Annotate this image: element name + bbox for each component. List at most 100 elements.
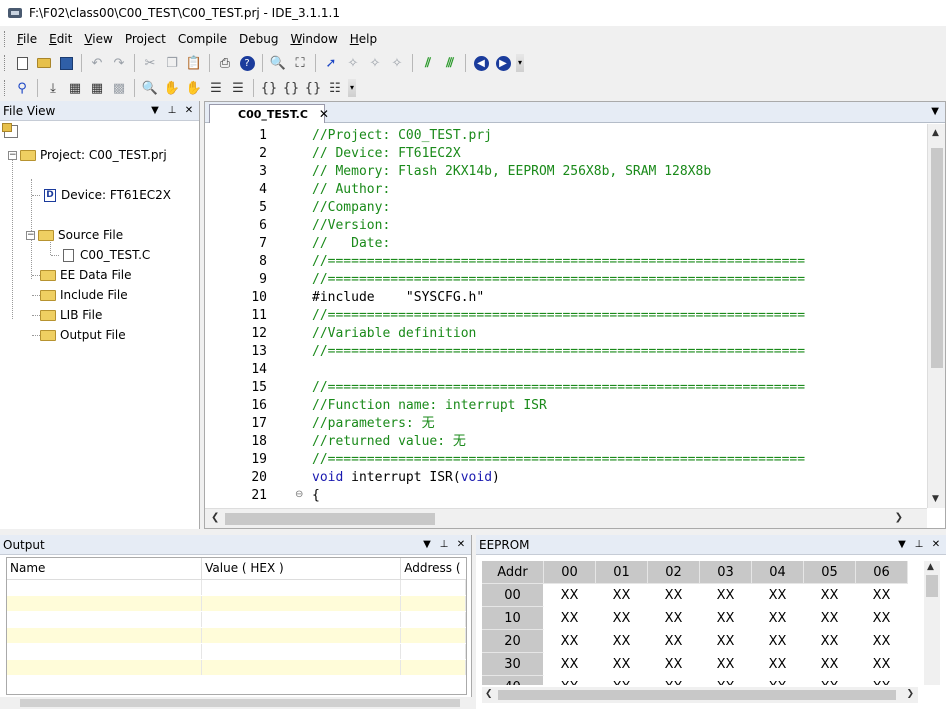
bookmark-icon[interactable]: ➚ xyxy=(321,53,341,73)
toolbar-overflow-icon[interactable]: ▾ xyxy=(348,79,356,97)
eeprom-cell[interactable]: XX xyxy=(804,676,856,685)
table-row[interactable] xyxy=(7,596,466,612)
eeprom-cell[interactable]: XX xyxy=(856,653,908,676)
eeprom-cell[interactable]: XX xyxy=(752,607,804,630)
debug-tree-icon[interactable]: ⚲ xyxy=(12,78,32,98)
scroll-up-icon[interactable]: ▲ xyxy=(932,128,939,138)
close-icon[interactable]: ✕ xyxy=(929,539,943,550)
eeprom-cell[interactable]: XX xyxy=(596,630,648,653)
eeprom-horizontal-scrollbar[interactable]: ❮ ❯ xyxy=(482,687,918,703)
scroll-down-icon[interactable]: ▼ xyxy=(932,494,939,504)
eeprom-cell[interactable]: XX xyxy=(804,607,856,630)
panel-menu-icon[interactable]: ▼ xyxy=(148,105,162,116)
undo-icon[interactable]: ↶ xyxy=(87,53,107,73)
eeprom-cell[interactable]: XX xyxy=(648,584,700,607)
step-out-icon[interactable]: {} xyxy=(303,78,323,98)
panel-menu-icon[interactable]: ▼ xyxy=(895,539,909,550)
eeprom-cell[interactable]: XX xyxy=(804,653,856,676)
close-icon[interactable]: ✕ xyxy=(454,539,468,550)
stop-icon[interactable]: ▩ xyxy=(109,78,129,98)
eeprom-cell[interactable]: XX xyxy=(544,653,596,676)
panel-menu-icon[interactable]: ▼ xyxy=(420,539,434,550)
scroll-left-icon[interactable]: ❮ xyxy=(211,512,219,523)
eeprom-cell[interactable]: XX xyxy=(752,630,804,653)
fold-collapse-icon[interactable]: ⊖ xyxy=(295,489,303,500)
eeprom-cell[interactable]: XX xyxy=(856,676,908,685)
eeprom-cell[interactable]: XX xyxy=(752,676,804,685)
column-header-name[interactable]: Name xyxy=(7,558,203,579)
eeprom-cell[interactable]: XX xyxy=(596,676,648,685)
table-row[interactable] xyxy=(7,644,466,660)
pin-icon[interactable]: ⊥ xyxy=(912,539,926,550)
eeprom-cell[interactable]: XX xyxy=(544,584,596,607)
menu-help[interactable]: Help xyxy=(344,32,383,46)
cut-icon[interactable]: ✂ xyxy=(140,53,160,73)
table-row[interactable] xyxy=(7,580,466,596)
tree-item-ee-data[interactable]: EE Data File xyxy=(40,266,132,284)
new-file-icon[interactable] xyxy=(12,53,32,73)
scrollbar-thumb[interactable] xyxy=(20,699,460,707)
scroll-left-icon[interactable]: ❮ xyxy=(485,689,493,699)
menu-compile[interactable]: Compile xyxy=(172,32,233,46)
properties-icon[interactable] xyxy=(2,122,18,138)
eeprom-cell[interactable]: XX xyxy=(700,653,752,676)
eeprom-cell[interactable]: XX xyxy=(700,607,752,630)
copy-icon[interactable]: ❐ xyxy=(162,53,182,73)
toolbar-overflow-icon[interactable]: ▾ xyxy=(516,54,524,72)
eeprom-cell[interactable]: XX xyxy=(752,584,804,607)
print-icon[interactable]: ⎙ xyxy=(215,53,235,73)
grid-icon[interactable]: ▦ xyxy=(65,78,85,98)
menu-window[interactable]: Window xyxy=(284,32,343,46)
column-header-address[interactable]: Address ( xyxy=(401,558,466,579)
collapse-icon[interactable]: − xyxy=(26,230,35,240)
eeprom-cell[interactable]: XX xyxy=(804,584,856,607)
scroll-up-icon[interactable]: ▲ xyxy=(927,562,934,572)
save-icon[interactable] xyxy=(56,53,76,73)
tree-item-lib[interactable]: LIB File xyxy=(40,306,102,324)
output-horizontal-scrollbar[interactable] xyxy=(0,697,472,709)
prev-bookmark-icon[interactable]: ✧ xyxy=(365,53,385,73)
download-icon[interactable]: ⤓ xyxy=(43,78,63,98)
list-icon[interactable]: ☰ xyxy=(206,78,226,98)
eeprom-cell[interactable]: XX xyxy=(804,630,856,653)
run-icon[interactable]: ☷ xyxy=(325,78,345,98)
eeprom-cell[interactable]: XX xyxy=(856,607,908,630)
find-icon[interactable]: 🔍 xyxy=(268,53,288,73)
tab-c00-test[interactable]: C00_TEST.C ✕ xyxy=(209,104,329,123)
column-header-value[interactable]: Value ( HEX ) xyxy=(202,558,402,579)
rebuild-icon[interactable]: ⫻ xyxy=(440,53,460,73)
hand2-icon[interactable]: ✋ xyxy=(184,78,204,98)
eeprom-cell[interactable]: XX xyxy=(544,630,596,653)
scroll-right-icon[interactable]: ❯ xyxy=(895,512,903,523)
close-icon[interactable]: ✕ xyxy=(319,107,329,121)
eeprom-cell[interactable]: XX xyxy=(752,653,804,676)
forward-icon[interactable]: ▶ xyxy=(493,53,513,73)
collapse-icon[interactable]: − xyxy=(8,150,17,160)
eeprom-cell[interactable]: XX xyxy=(856,584,908,607)
table-row[interactable] xyxy=(7,628,466,644)
step-into-icon[interactable]: {} xyxy=(259,78,279,98)
editor-vertical-scrollbar[interactable]: ▲ ▼ xyxy=(927,124,945,508)
binoculars-icon[interactable]: ⛶ xyxy=(290,53,310,73)
compile-icon[interactable]: ⫽ xyxy=(418,53,438,73)
eeprom-cell[interactable]: XX xyxy=(544,607,596,630)
tree-item-c-file[interactable]: C00_TEST.C xyxy=(63,246,150,264)
eeprom-cell[interactable]: XX xyxy=(700,630,752,653)
redo-icon[interactable]: ↷ xyxy=(109,53,129,73)
table-row[interactable] xyxy=(7,660,466,676)
eeprom-cell[interactable]: XX xyxy=(648,630,700,653)
eeprom-cell[interactable]: XX xyxy=(700,584,752,607)
tree-item-source-file[interactable]: − Source File xyxy=(26,226,123,244)
code-text-area[interactable]: 1 //Project: C00_TEST.prj 2 // Device: FT61… xyxy=(205,124,927,508)
eeprom-cell[interactable]: XX xyxy=(596,607,648,630)
step-over-icon[interactable]: {} xyxy=(281,78,301,98)
tree-item-include[interactable]: Include File xyxy=(40,286,128,304)
tree-item-project[interactable]: − Project: C00_TEST.prj xyxy=(8,146,167,164)
eeprom-vertical-scrollbar[interactable]: ▲ xyxy=(924,561,940,685)
pin-icon[interactable]: ⊥ xyxy=(165,105,179,116)
eeprom-cell[interactable]: XX xyxy=(856,630,908,653)
tab-list-icon[interactable]: ▼ xyxy=(931,106,939,117)
menu-edit[interactable]: Edit xyxy=(43,32,78,46)
scrollbar-thumb[interactable] xyxy=(498,690,896,700)
zoom-icon[interactable]: 🔍 xyxy=(140,78,160,98)
